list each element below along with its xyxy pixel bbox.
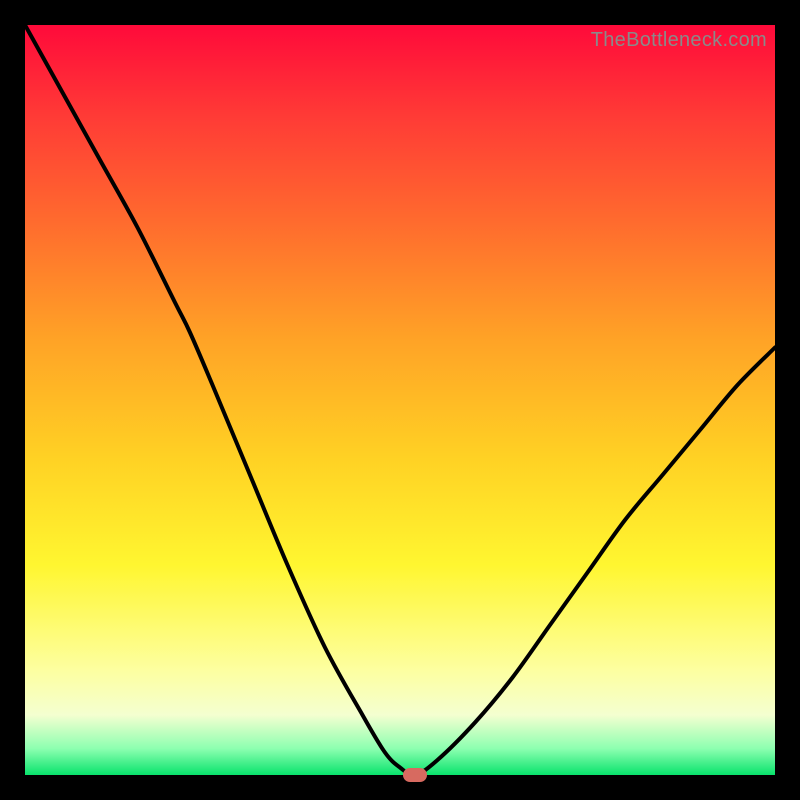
optimal-point-marker	[403, 768, 427, 782]
bottleneck-curve	[25, 25, 775, 775]
chart-frame: TheBottleneck.com	[0, 0, 800, 800]
plot-area: TheBottleneck.com	[25, 25, 775, 775]
